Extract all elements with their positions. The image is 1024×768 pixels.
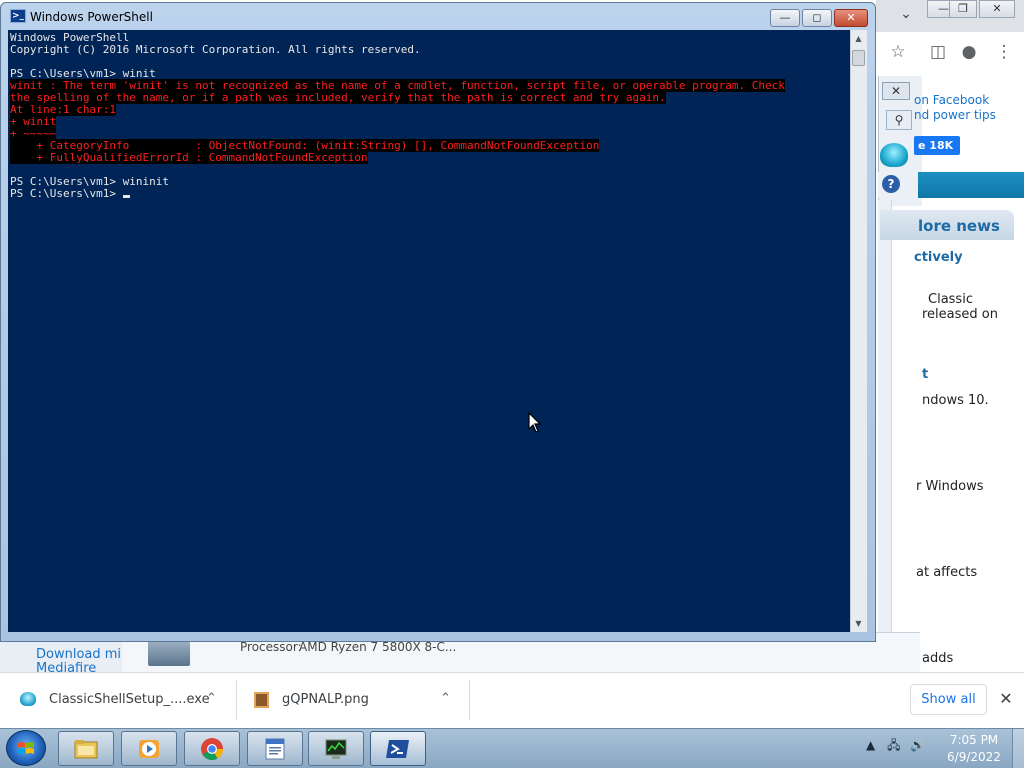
chevron-up-icon[interactable]: ⌃	[440, 691, 451, 706]
text-cursor	[122, 195, 130, 198]
facebook-like-button[interactable]: e 18K	[914, 136, 960, 155]
page-side-strip	[878, 200, 892, 670]
clock-time[interactable]: 7:05 PM	[946, 733, 1002, 747]
news-link[interactable]: ctively	[914, 250, 963, 265]
taskbar-media-player[interactable]	[121, 731, 177, 766]
computer-icon	[148, 640, 190, 666]
news-text: r Windows	[916, 479, 984, 494]
taskbar-task-manager[interactable]	[308, 731, 364, 766]
console-output[interactable]: Windows PowerShell Copyright (C) 2016 Mic…	[8, 30, 850, 632]
browser-close-button[interactable]: ✕	[979, 0, 1015, 18]
profile-avatar-icon[interactable]: ●	[957, 40, 981, 64]
classic-shell-icon	[880, 143, 908, 167]
close-button[interactable]: ✕	[834, 9, 868, 27]
browser-restore-button[interactable]: ❐	[949, 0, 977, 18]
news-text: at affects	[916, 565, 978, 580]
media-player-icon	[139, 740, 159, 758]
side-panel-icon[interactable]: ◫	[926, 40, 950, 64]
download-mirror-link[interactable]: Download mirr	[36, 647, 132, 662]
panel-close-icon[interactable]: ✕	[882, 82, 910, 100]
powershell-icon	[386, 740, 409, 758]
mouse-cursor-icon	[528, 412, 542, 433]
divider	[236, 680, 237, 720]
bookmark-star-icon[interactable]: ☆	[886, 40, 910, 64]
news-text: ndows 10.	[922, 393, 989, 408]
console-line-text: + FullyQualifiedErrorId : CommandNotFoun…	[10, 151, 368, 164]
clock-date[interactable]: 6/9/2022	[946, 750, 1002, 764]
windows-logo-icon	[18, 742, 34, 754]
facebook-link[interactable]: on Facebook	[914, 93, 989, 107]
desktop: ⌄ — ❐ ✕ ☆ ◫ ● ⋮ ✕ ⚲ on Facebook nd power…	[0, 0, 1024, 768]
news-text: Classic	[928, 292, 973, 307]
console-line-text: PS C:\Users\vm1>	[10, 187, 123, 200]
network-icon[interactable]: 🖧	[887, 738, 900, 752]
help-icon[interactable]: ?	[882, 175, 900, 193]
vertical-scrollbar[interactable]	[850, 30, 867, 632]
show-desktop-button[interactable]	[1012, 729, 1024, 768]
news-title: lore news	[918, 217, 1000, 235]
search-icon[interactable]: ⚲	[886, 110, 912, 130]
taskbar-powershell[interactable]	[370, 731, 426, 766]
image-file-icon	[254, 692, 269, 708]
processor-label: Processor:	[240, 640, 302, 654]
scroll-up-arrow-icon[interactable]: ▲	[850, 32, 867, 46]
powershell-icon[interactable]: >_	[10, 9, 26, 23]
console-line-text: Copyright (C) 2016 Microsoft Corporation…	[10, 43, 421, 56]
mediafire-link[interactable]: Mediafire	[36, 661, 96, 672]
download-item-exe[interactable]: ClassicShellSetup_....exe	[49, 692, 210, 707]
task-manager-icon	[325, 739, 347, 759]
power-tips-link[interactable]: nd power tips	[914, 108, 996, 122]
taskbar-wordpad[interactable]	[247, 731, 303, 766]
download-item-png[interactable]: gQPNALP.png	[282, 692, 369, 707]
news-link[interactable]: t	[922, 367, 928, 382]
divider	[469, 680, 470, 720]
console-line: PS C:\Users\vm1>	[10, 188, 130, 200]
close-icon[interactable]: ✕	[996, 688, 1016, 710]
chevron-up-icon[interactable]: ⌃	[206, 691, 217, 706]
news-text: adds	[922, 651, 954, 666]
maximize-button[interactable]: ◻	[802, 9, 832, 27]
scroll-down-arrow-icon[interactable]: ▼	[850, 617, 867, 631]
taskbar-chrome[interactable]	[184, 731, 240, 766]
minimize-button[interactable]: —	[770, 9, 800, 27]
classic-shell-setup-icon	[20, 692, 36, 706]
volume-icon[interactable]: 🔊	[910, 738, 925, 752]
console-error-line: + FullyQualifiedErrorId : CommandNotFoun…	[10, 151, 368, 164]
taskbar-file-explorer[interactable]	[58, 731, 114, 766]
menu-kebab-icon[interactable]: ⋮	[992, 40, 1016, 64]
show-all-button[interactable]: Show all	[910, 684, 987, 715]
tray-expand-icon[interactable]: ▲	[866, 738, 875, 752]
console-line: Copyright (C) 2016 Microsoft Corporation…	[10, 44, 421, 56]
window-title: Windows PowerShell	[30, 10, 153, 24]
chevron-down-icon[interactable]: ⌄	[896, 6, 916, 26]
news-text: released on	[922, 307, 998, 322]
file-explorer-icon	[74, 740, 98, 759]
processor-value: AMD Ryzen 7 5800X 8-C...	[299, 640, 457, 654]
scrollbar-thumb[interactable]	[852, 50, 865, 66]
system-tray: ▲ 🖧 🔊	[866, 736, 925, 757]
wordpad-icon	[265, 738, 285, 760]
chrome-icon	[201, 738, 223, 760]
